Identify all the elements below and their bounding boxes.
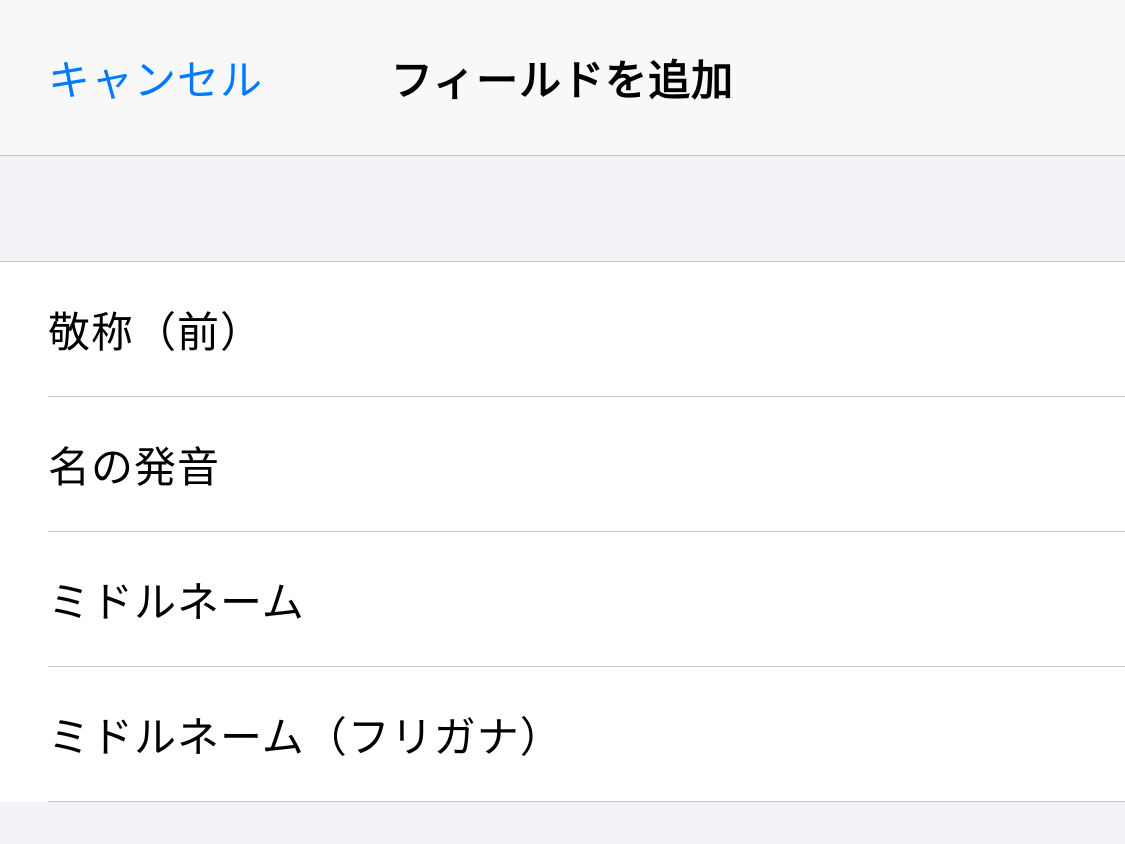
field-option-prefix[interactable]: 敬称（前）	[0, 262, 1125, 397]
field-option-label: ミドルネーム	[48, 569, 305, 630]
page-title: フィールドを追加	[391, 47, 734, 108]
field-option-label: 名の発音	[48, 434, 220, 495]
field-option-label: 敬称（前）	[48, 299, 263, 360]
field-options-list: 敬称（前） 名の発音 ミドルネーム ミドルネーム（フリガナ）	[0, 262, 1125, 802]
field-option-phonetic-middle-name[interactable]: ミドルネーム（フリガナ）	[0, 667, 1125, 802]
field-option-middle-name[interactable]: ミドルネーム	[0, 532, 1125, 667]
field-option-label: ミドルネーム（フリガナ）	[48, 704, 563, 765]
cancel-button[interactable]: キャンセル	[48, 47, 263, 108]
field-option-phonetic-first-name[interactable]: 名の発音	[0, 397, 1125, 532]
section-spacer	[0, 156, 1125, 262]
navigation-bar: キャンセル フィールドを追加	[0, 0, 1125, 156]
